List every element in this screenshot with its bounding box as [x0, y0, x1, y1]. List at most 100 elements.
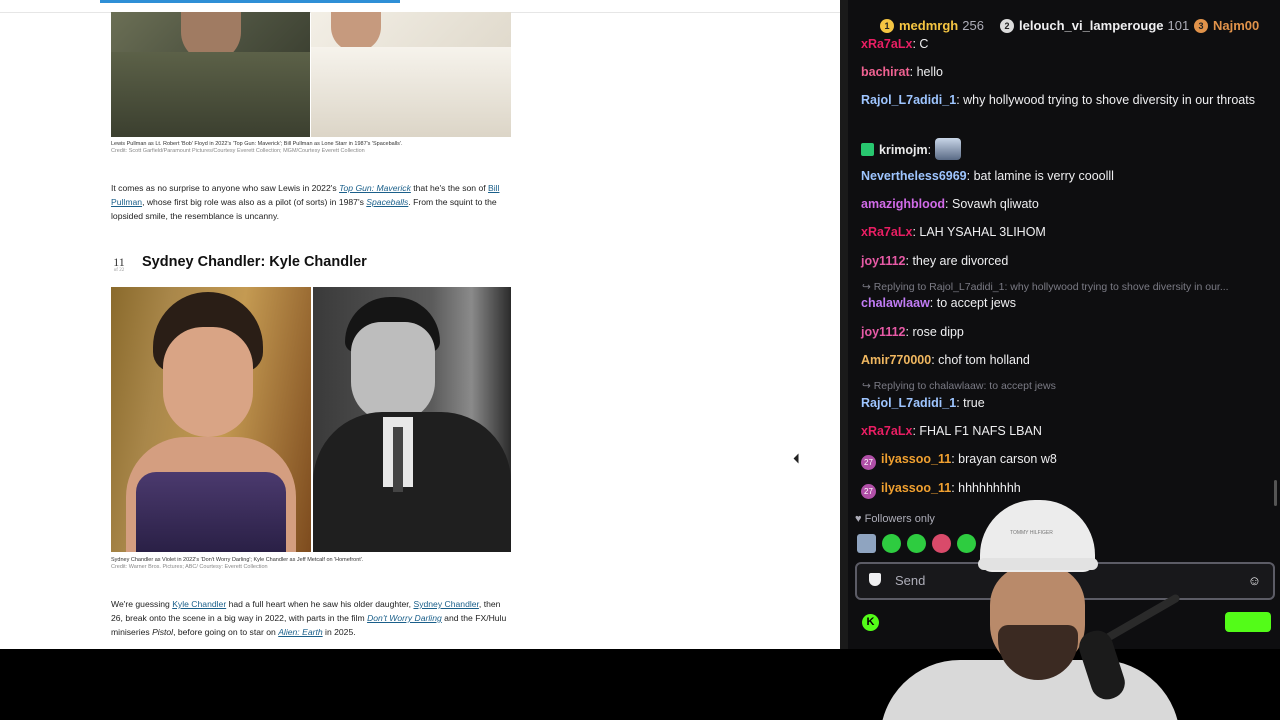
link-dont-worry-darling[interactable]: Don't Worry Darling — [367, 613, 442, 623]
chat-message: chalawlaaw: to accept jews — [861, 296, 1016, 310]
reply-context: ↪ Replying to Rajol_L7adidi_1: why holly… — [862, 281, 1262, 293]
mic-arm — [1099, 593, 1181, 645]
chat-text: FHAL F1 NAFS LBAN — [919, 424, 1042, 438]
chat-message: 27 ilyassoo_11: brayan carson w8 — [861, 450, 1261, 470]
chat-username[interactable]: krimojm — [879, 143, 928, 157]
chat-username[interactable]: xRa7aLx — [861, 424, 912, 438]
reply-text: Replying to chalawlaaw: to accept jews — [873, 380, 1056, 392]
leaderboard-count: 256 — [962, 18, 984, 33]
chat-text: rose dipp — [912, 325, 964, 339]
chat-username[interactable]: Nevertheless6969 — [861, 169, 967, 183]
chat-username[interactable]: amazighblood — [861, 197, 945, 211]
chat-username[interactable]: Rajol_L7adidi_1 — [861, 93, 956, 107]
webcam-overlay: TOMMY HILFIGER — [860, 490, 1190, 720]
rank-badge: 2 — [1000, 18, 1014, 33]
chat-text: they are divorced — [912, 254, 1009, 268]
text: had a full heart when he saw his older d… — [226, 599, 414, 609]
text: It comes as no surprise to anyone who sa… — [111, 183, 340, 193]
chat-scrollbar[interactable] — [1274, 480, 1277, 506]
caption-credit: Credit: Scott Garfield/Paramount Picture… — [111, 148, 365, 154]
chat-username[interactable]: ilyassoo_11 — [881, 452, 951, 466]
link-spaceballs[interactable]: Spaceballs — [366, 197, 408, 207]
chat-message: Amir770000: chof tom holland — [861, 353, 1030, 367]
emote-icon — [935, 138, 962, 160]
reply-context: ↪ Replying to chalawlaaw: to accept jews — [862, 380, 1262, 392]
text: that he's the son of — [410, 183, 489, 193]
text: We're guessing — [111, 599, 173, 609]
reply-arrow-icon: ↪ — [862, 281, 874, 293]
link-alien-earth[interactable]: Alien: Earth — [278, 627, 322, 637]
chat-message: xRa7aLx: FHAL F1 NAFS LBAN — [861, 424, 1042, 438]
photo-kyle-chandler — [313, 287, 511, 552]
slide-number: 11 of 22 — [111, 256, 127, 274]
pane-divider — [840, 0, 848, 649]
chat-message: xRa7aLx: C — [861, 37, 929, 51]
mouse-cursor — [793, 453, 804, 464]
chat-text: why hollywood trying to shove diversity … — [963, 93, 1255, 107]
text: , whose first big role was also as a pil… — [142, 197, 367, 207]
chat-message: Rajol_L7adidi_1: true — [861, 396, 985, 410]
caption-credit: Credit: Warner Bros. Pictures; ABC/ Cour… — [111, 564, 268, 570]
chat-message: krimojm: — [861, 138, 1261, 160]
chat-text: chof tom holland — [938, 353, 1030, 367]
photo-sydney-chandler — [111, 287, 311, 552]
photo-bill-pullman — [311, 12, 511, 137]
article-page[interactable]: Lewis Pullman as Lt. Robert 'Bob' Floyd … — [0, 0, 840, 649]
chat-username[interactable]: bachirat — [861, 65, 910, 79]
leaderboard-user: lelouch_vi_lamperouge — [1019, 18, 1164, 33]
text: , before going on to star on — [173, 627, 279, 637]
link-kyle-chandler[interactable]: Kyle Chandler — [172, 599, 226, 609]
subscriber-badge-icon: 27 — [861, 455, 876, 470]
leaderboard-count: 101 — [1167, 18, 1190, 33]
leaderboard-item-3[interactable]: 3 Najm00 — [1194, 18, 1259, 33]
paragraph-pullman: It comes as no surprise to anyone who sa… — [111, 181, 511, 223]
chat-username[interactable]: xRa7aLx — [861, 37, 912, 51]
photo-caption-1: Lewis Pullman as Lt. Robert 'Bob' Floyd … — [111, 141, 511, 155]
leaderboard-user: Najm00 — [1213, 18, 1260, 33]
chat-message: Nevertheless6969: bat lamine is verry co… — [861, 169, 1114, 183]
chat-text: hello — [916, 65, 944, 79]
photo-lewis-pullman — [111, 12, 310, 137]
chat-message: xRa7aLx: LAH YSAHAL 3LIHOM — [861, 225, 1046, 239]
emoji-icon[interactable]: ☺ — [1248, 573, 1261, 588]
chat-text: Sovawh qliwato — [951, 197, 1039, 211]
chat-message: joy1112: rose dipp — [861, 325, 964, 339]
slide-number-value: 11 — [113, 255, 125, 269]
chat-username[interactable]: joy1112 — [861, 325, 906, 339]
paragraph-chandler: We're guessing Kyle Chandler had a full … — [111, 597, 511, 639]
chat-message: bachirat: hello — [861, 65, 944, 79]
chat-text: to accept jews — [936, 296, 1016, 310]
chat-username[interactable]: joy1112 — [861, 254, 906, 268]
chat-text: LAH YSAHAL 3LIHOM — [919, 225, 1046, 239]
link-top-gun-maverick[interactable]: Top Gun: Maverick — [339, 183, 411, 193]
chat-text: brayan carson w8 — [958, 452, 1057, 466]
text-pistol: Pistol — [152, 627, 174, 637]
rank-badge: 1 — [880, 18, 894, 33]
reply-arrow-icon: ↪ — [862, 380, 874, 392]
chat-username[interactable]: Rajol_L7adidi_1 — [861, 396, 956, 410]
cap-logo-text: TOMMY HILFIGER — [1010, 530, 1053, 536]
chat-text: true — [963, 396, 985, 410]
section-heading: Sydney Chandler: Kyle Chandler — [142, 254, 367, 270]
chat-text: bat lamine is verry cooolll — [973, 169, 1114, 183]
caption-text: Sydney Chandler as Violet in 2022's 'Don… — [111, 557, 364, 563]
link-sydney-chandler[interactable]: Sydney Chandler — [413, 599, 478, 609]
leaderboard-item-1[interactable]: 1 medmrgh 256 — [880, 18, 984, 33]
send-chat-button[interactable] — [1225, 612, 1271, 632]
header-accent — [100, 0, 400, 3]
chat-username[interactable]: xRa7aLx — [861, 225, 912, 239]
rank-badge: 3 — [1194, 18, 1208, 33]
chat-message: joy1112: they are divorced — [861, 254, 1009, 268]
chat-text: C — [919, 37, 929, 51]
cap-brim — [978, 558, 1098, 570]
leaderboard-item-2[interactable]: 2 lelouch_vi_lamperouge 101 — [1000, 18, 1189, 33]
caption-text: Lewis Pullman as Lt. Robert 'Bob' Floyd … — [111, 141, 403, 147]
photo-caption-2: Sydney Chandler as Violet in 2022's 'Don… — [111, 557, 511, 571]
reply-text: Replying to Rajol_L7adidi_1: why hollywo… — [873, 281, 1229, 293]
chat-username[interactable]: Amir770000 — [861, 353, 931, 367]
leaderboard-user: medmrgh — [899, 18, 959, 33]
text: in 2025. — [322, 627, 356, 637]
moderator-badge-icon — [861, 143, 874, 156]
chat-username[interactable]: chalawlaaw — [861, 296, 930, 310]
chat-message: Rajol_L7adidi_1: why hollywood trying to… — [861, 93, 1255, 107]
